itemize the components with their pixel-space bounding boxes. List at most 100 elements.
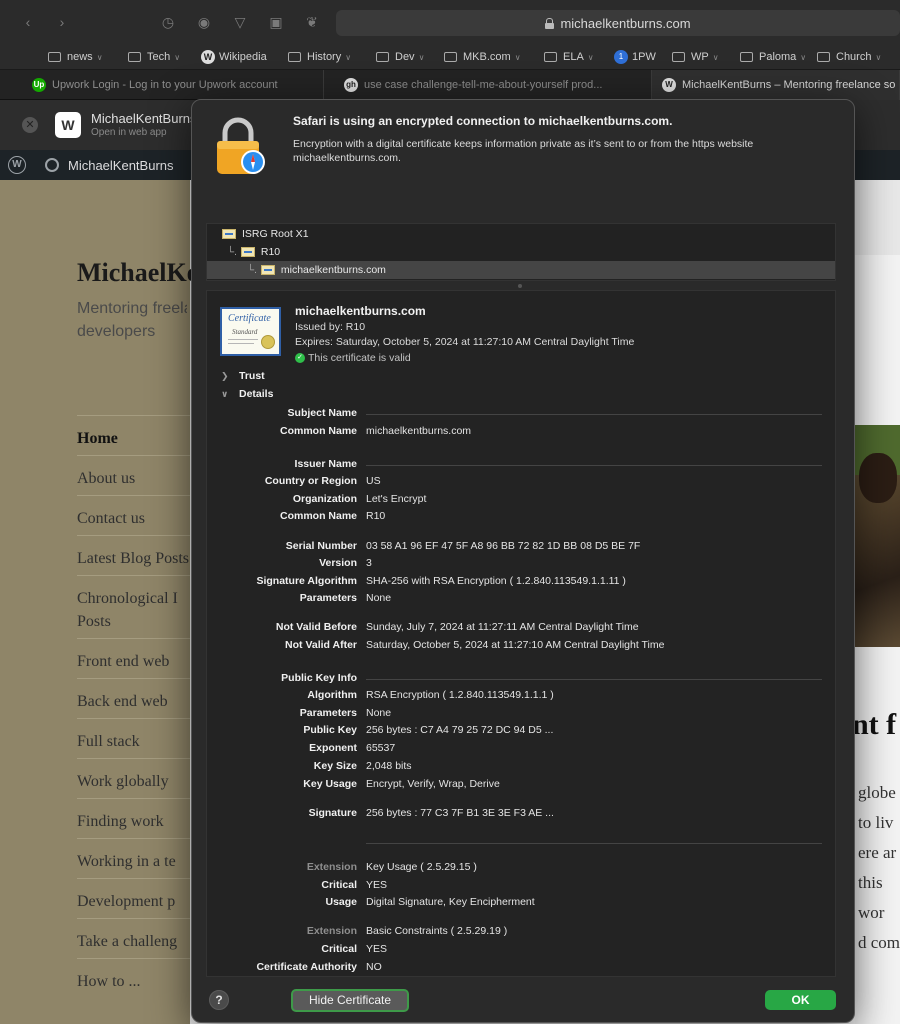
browser-tab[interactable]: gh use case challenge-tell-me-about-yours… (334, 70, 652, 100)
nav-link[interactable]: About us (77, 467, 135, 490)
wordpress-logo-icon: W (55, 112, 81, 138)
dashboard-icon[interactable] (45, 158, 59, 172)
chain-item-root[interactable]: ISRG Root X1 (207, 225, 835, 243)
bookmark-dev[interactable]: Dev ∨ (376, 49, 424, 65)
bookmark-paloma[interactable]: Paloma ∨ (740, 49, 806, 65)
detail-label: Key Usage (303, 778, 357, 790)
detail-value: R10 (366, 510, 386, 522)
nav-link[interactable]: Contact us (77, 507, 145, 530)
nav-divider (77, 638, 190, 639)
feedly-icon[interactable]: ▣ (266, 12, 286, 32)
detail-label: Subject Name (287, 407, 357, 419)
leaf-icon[interactable]: ❦ (302, 12, 322, 32)
nav-divider (77, 878, 190, 879)
detail-label: Critical (321, 943, 357, 955)
bookmark-mkb-com[interactable]: MKB.com ∨ (444, 49, 521, 65)
nav-link[interactable]: Front end web (77, 650, 169, 673)
browser-tab[interactable]: Up Upwork Login - Log in to your Upwork a… (22, 70, 324, 100)
certificate-validity: ✓ This certificate is valid (295, 352, 411, 364)
address-bar[interactable]: michaelkentburns.com (336, 10, 900, 36)
detail-value: NO (366, 961, 382, 973)
chevron-right-icon: ❯ (221, 370, 229, 381)
tab-label: MichaelKentBurns – Mentoring freelance s… (682, 79, 896, 91)
certificate-details-pane[interactable]: Certificate Standard michaelkentburns.co… (206, 290, 836, 977)
chain-item-intermediate[interactable]: └. R10 (207, 243, 835, 261)
hero-photo (855, 425, 900, 647)
chain-item-leaf[interactable]: └. michaelkentburns.com (207, 261, 835, 279)
tagline-line: developers (77, 323, 156, 340)
chevron-down-icon: ∨ (345, 52, 352, 62)
bookmark-label: Paloma (759, 51, 797, 63)
nav-link[interactable]: Back end web (77, 690, 168, 713)
browser-tab[interactable]: W MichaelKentBurns – Mentoring freelance … (652, 70, 900, 100)
tab-label: use case challenge-tell-me-about-yoursel… (364, 79, 603, 91)
extension-icon[interactable]: ◉ (194, 12, 214, 32)
detail-label: Serial Number (285, 540, 357, 552)
chevron-down-icon: ∨ (96, 52, 103, 62)
lock-icon[interactable] (545, 17, 555, 29)
bookmark-ela[interactable]: ELA ∨ (544, 49, 594, 65)
detail-value: 256 bytes : 77 C3 7F B1 3E 3E F3 AE ... (366, 807, 554, 819)
bookmark-news[interactable]: news ∨ (48, 49, 103, 65)
nav-divider (77, 678, 190, 679)
detail-label: Extension (306, 861, 357, 873)
nav-link[interactable]: Working in a te (77, 850, 176, 873)
tab-label: Upwork Login - Log in to your Upwork acc… (52, 79, 278, 91)
nav-link[interactable]: Take a challeng (77, 930, 177, 953)
check-icon: ✓ (295, 353, 305, 363)
bookmark-church[interactable]: Church ∨ (817, 49, 881, 65)
body-text-line: ere ar (858, 843, 897, 862)
bookmark-history[interactable]: History ∨ (288, 49, 351, 65)
tree-elbow-icon: └. (227, 246, 237, 258)
wordpress-icon[interactable]: W (8, 156, 26, 174)
back-icon[interactable]: ‹ (18, 12, 38, 32)
pocket-icon[interactable]: ▽ (230, 12, 250, 32)
wikipedia-icon: W (201, 50, 215, 64)
help-button[interactable]: ? (209, 990, 229, 1010)
nav-link[interactable]: Work globally (77, 770, 169, 793)
nav-link[interactable]: Full stack (77, 730, 140, 753)
nav-divider (77, 718, 190, 719)
admin-site-name[interactable]: MichaelKentBurns (68, 158, 174, 173)
nav-divider (77, 918, 190, 919)
detail-value: None (366, 707, 392, 719)
chevron-down-icon: ∨ (221, 388, 229, 399)
nav-link[interactable]: Development p (77, 890, 175, 913)
folder-icon (444, 52, 457, 62)
nav-link[interactable]: Finding work (77, 810, 164, 833)
split-handle[interactable] (518, 284, 522, 288)
detail-label: Organization (292, 493, 357, 505)
certificate-dialog: Safari is using an encrypted connection … (191, 99, 855, 1023)
detail-label: Algorithm (307, 689, 357, 701)
bookmark-1pw[interactable]: 1 1PW (614, 49, 656, 65)
detail-value: YES (366, 879, 388, 891)
ok-button[interactable]: OK (765, 990, 836, 1010)
detail-label: Certificate Authority (256, 961, 357, 973)
favicon-icon: Up (32, 78, 46, 92)
clock-icon[interactable]: ◷ (158, 12, 178, 32)
bookmarks-bar: news ∨ Tech ∨ W Wikipedia History ∨ Dev ∨ MKB.com ∨… (0, 44, 900, 70)
open-in-web-app-link[interactable]: Open in web app (91, 127, 167, 138)
bookmark-wp[interactable]: WP ∨ (672, 49, 719, 65)
detail-label: Key Size (313, 760, 357, 772)
body-text-line: to liv (858, 813, 894, 832)
hide-certificate-button[interactable]: Hide Certificate (291, 989, 409, 1012)
nav-link[interactable]: Chronological I (77, 587, 178, 610)
nav-link[interactable]: Home (77, 427, 118, 450)
trust-disclosure[interactable]: ❯ Trust (221, 370, 265, 382)
nav-link[interactable]: How to ... (77, 970, 141, 993)
favicon-icon: gh (344, 78, 358, 92)
bookmark-tech[interactable]: Tech ∨ (128, 49, 180, 65)
details-disclosure[interactable]: ∨ Details (221, 388, 273, 400)
detail-label: Extension (306, 925, 357, 937)
detail-value: Digital Signature, Key Encipherment (366, 896, 535, 908)
detail-value: michaelkentburns.com (366, 425, 472, 437)
nav-link[interactable]: Latest Blog Posts (77, 547, 189, 570)
bookmark-wikipedia[interactable]: W Wikipedia (201, 49, 267, 65)
forward-icon[interactable]: › (52, 12, 72, 32)
detail-label: Parameters (299, 707, 357, 719)
detail-value: Basic Constraints ( 2.5.29.19 ) (366, 925, 508, 937)
nav-link: Posts (77, 613, 111, 630)
folder-icon (376, 52, 389, 62)
close-icon[interactable]: ✕ (22, 117, 38, 133)
